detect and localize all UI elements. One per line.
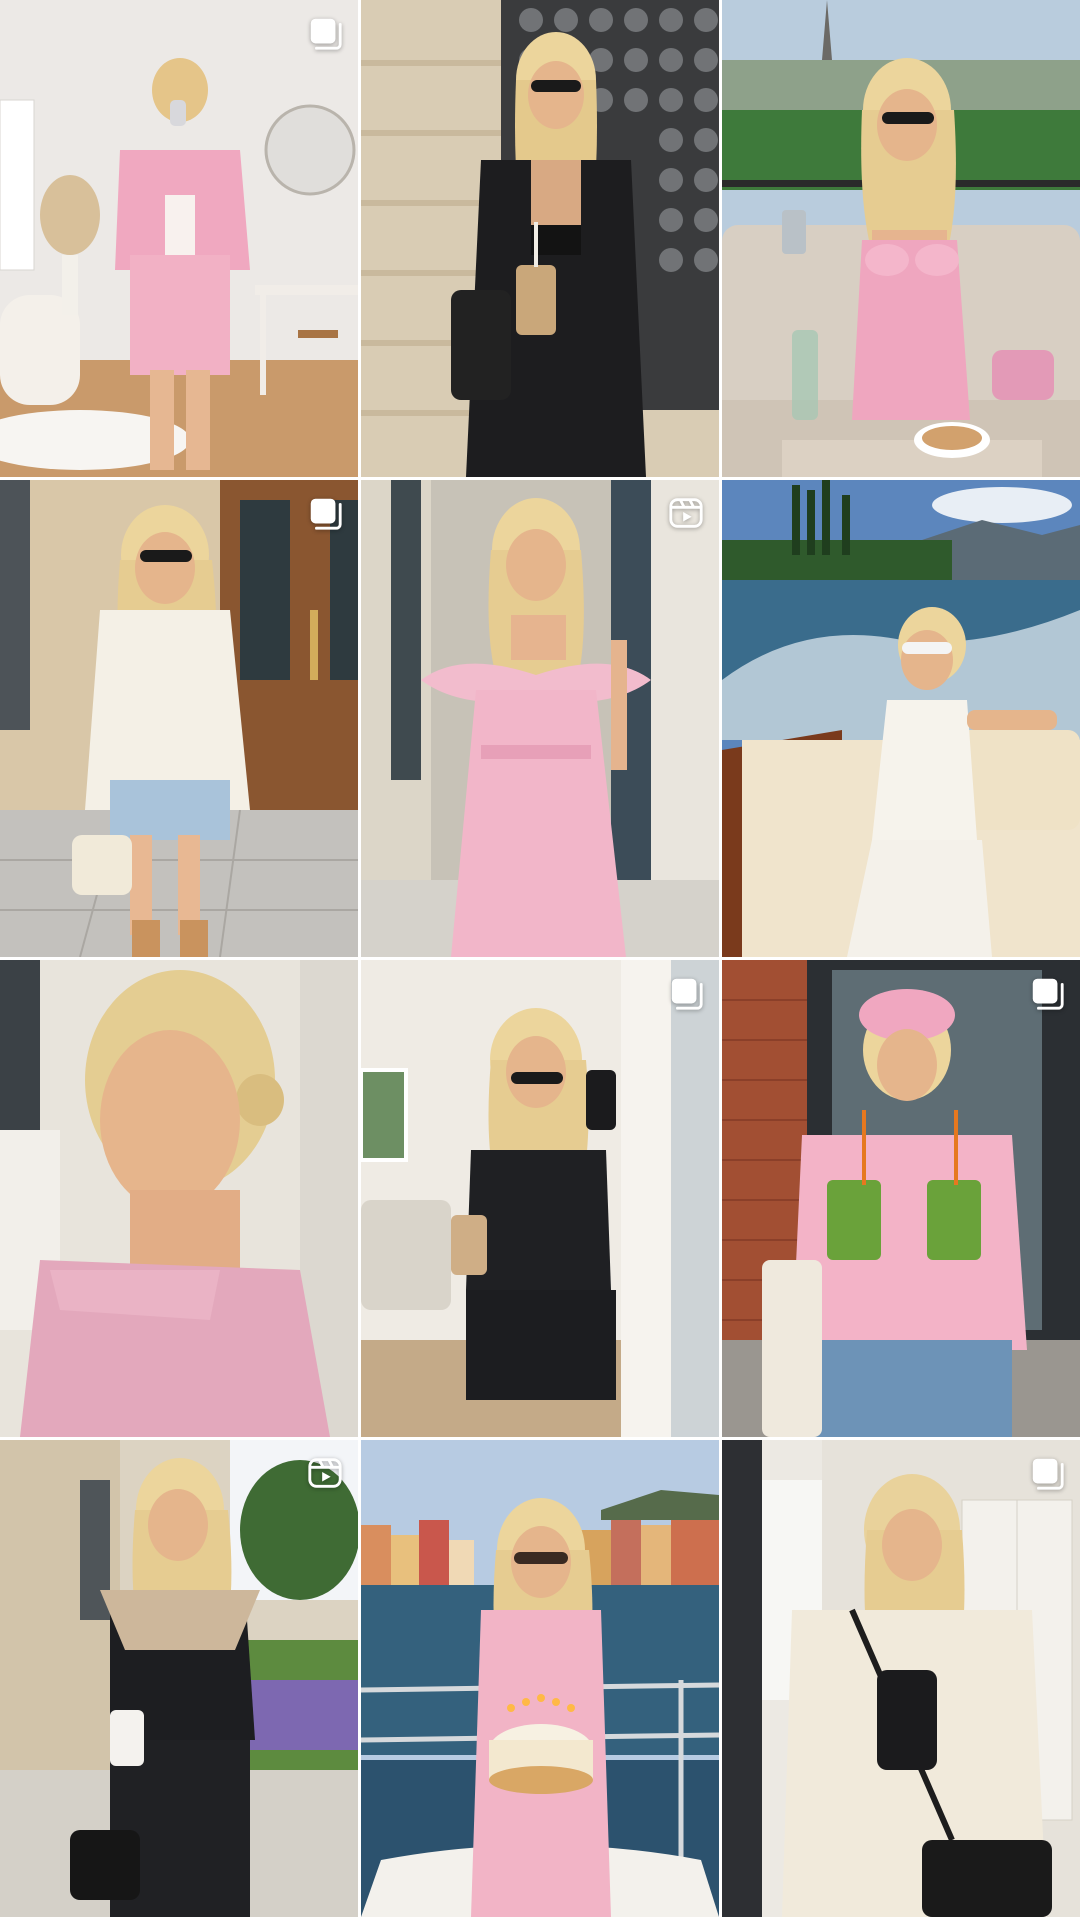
carousel-icon: [306, 14, 344, 52]
post-tile-9[interactable]: [722, 960, 1080, 1437]
post-image: [0, 960, 358, 1437]
carousel-icon: [1028, 974, 1066, 1012]
post-image: [361, 1440, 719, 1917]
reel-icon: [667, 494, 705, 532]
post-tile-3[interactable]: [722, 0, 1080, 477]
post-image: [722, 1440, 1080, 1917]
post-tile-2[interactable]: [361, 0, 719, 477]
post-image: [722, 480, 1080, 957]
carousel-icon: [1028, 1454, 1066, 1492]
post-image: [0, 480, 358, 957]
post-tile-11[interactable]: [361, 1440, 719, 1917]
post-image: [0, 0, 358, 477]
reel-icon: [306, 1454, 344, 1492]
post-tile-12[interactable]: [722, 1440, 1080, 1917]
post-tile-7[interactable]: [0, 960, 358, 1437]
post-image: [361, 480, 719, 957]
posts-grid: [0, 0, 1080, 1920]
post-tile-5[interactable]: [361, 480, 719, 957]
post-image: [722, 0, 1080, 477]
post-image: [722, 960, 1080, 1437]
post-image: [0, 1440, 358, 1917]
post-image: [361, 960, 719, 1437]
post-tile-8[interactable]: [361, 960, 719, 1437]
carousel-icon: [306, 494, 344, 532]
post-tile-10[interactable]: [0, 1440, 358, 1917]
carousel-icon: [667, 974, 705, 1012]
post-tile-4[interactable]: [0, 480, 358, 957]
post-tile-6[interactable]: [722, 480, 1080, 957]
post-image: [361, 0, 719, 477]
post-tile-1[interactable]: [0, 0, 358, 477]
